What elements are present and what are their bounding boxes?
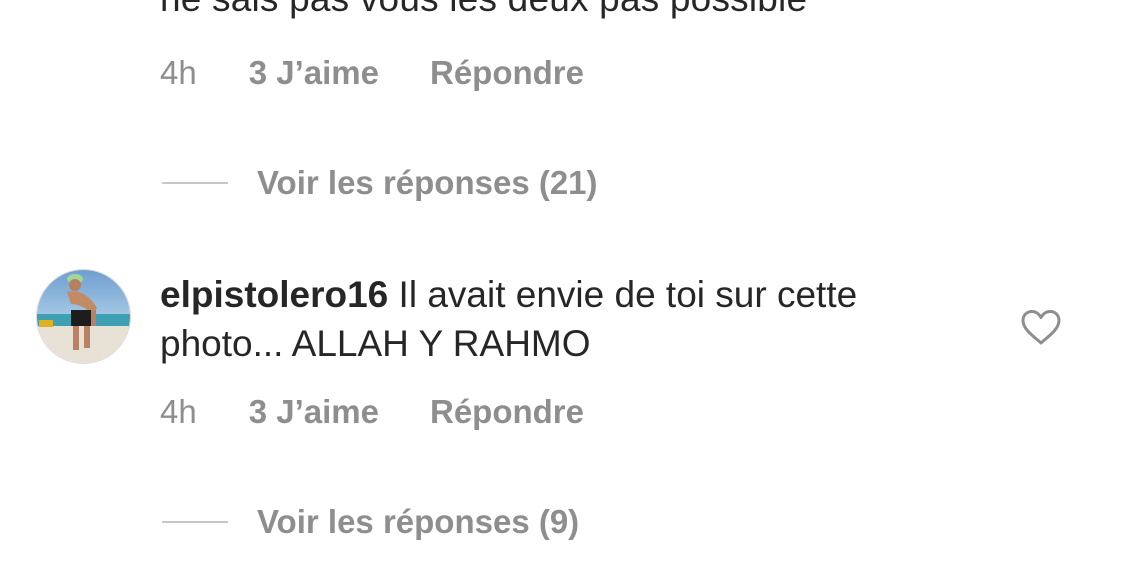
comment-view-replies[interactable]: Voir les réponses (9) [162,502,579,542]
comment-time: 4h [160,393,197,430]
comment-meta: 4h 3 J’aime Répondre [160,392,584,432]
comment-username[interactable]: elpistolero16 [160,274,388,315]
comment-body: elpistolero16 Il avait envie de toi sur … [160,270,920,368]
replies-divider-line [162,521,228,523]
replies-divider-line [162,182,228,184]
previous-comment-reply-button[interactable]: Répondre [430,54,584,92]
view-replies-label: Voir les réponses (21) [257,164,598,201]
view-replies-label: Voir les réponses (9) [257,503,580,540]
previous-comment-text: ne sais pas vous les deux pas possible [160,0,807,20]
previous-comment-time: 4h [160,54,197,91]
previous-comment-meta: 4h 3 J’aime Répondre [160,53,584,93]
previous-comment-view-replies[interactable]: Voir les réponses (21) [162,163,598,203]
previous-comment-likes[interactable]: 3 J’aime [249,54,379,92]
avatar-photo [37,270,130,363]
heart-outline-icon[interactable] [1020,309,1062,347]
comments-screen: ne sais pas vous les deux pas possible 4… [0,0,1124,566]
comment-likes[interactable]: 3 J’aime [249,393,379,431]
avatar[interactable] [36,269,131,364]
comment-reply-button[interactable]: Répondre [430,393,584,431]
